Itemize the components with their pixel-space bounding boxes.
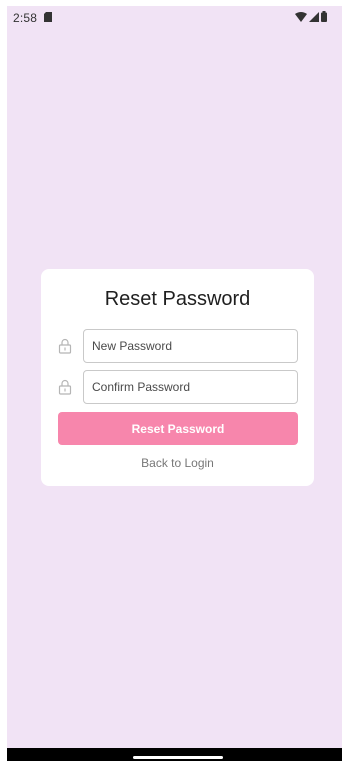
confirm-password-row <box>58 370 298 404</box>
confirm-password-input[interactable] <box>84 371 287 403</box>
status-time: 2:58 <box>13 11 38 25</box>
back-to-login-link[interactable]: Back to Login <box>41 456 314 470</box>
battery-icon <box>321 11 327 22</box>
cell-signal-icon <box>309 11 319 22</box>
status-icons <box>295 11 327 22</box>
new-password-row <box>58 329 298 363</box>
app-screen: 2:58 Reset Password Reset Password Back … <box>7 6 342 748</box>
home-indicator[interactable] <box>133 756 223 759</box>
new-password-input[interactable] <box>84 330 287 362</box>
sim-card-icon <box>44 12 52 22</box>
lock-icon <box>58 338 72 354</box>
new-password-field[interactable] <box>83 329 298 363</box>
card-title: Reset Password <box>104 288 251 310</box>
navigation-bar <box>7 748 342 761</box>
reset-password-card: Reset Password Reset Password Back to Lo <box>41 269 314 486</box>
lock-icon <box>58 379 72 395</box>
status-bar: 2:58 <box>7 6 342 30</box>
confirm-password-field[interactable] <box>83 370 298 404</box>
wifi-icon <box>295 11 307 22</box>
reset-password-button[interactable]: Reset Password <box>58 412 298 445</box>
